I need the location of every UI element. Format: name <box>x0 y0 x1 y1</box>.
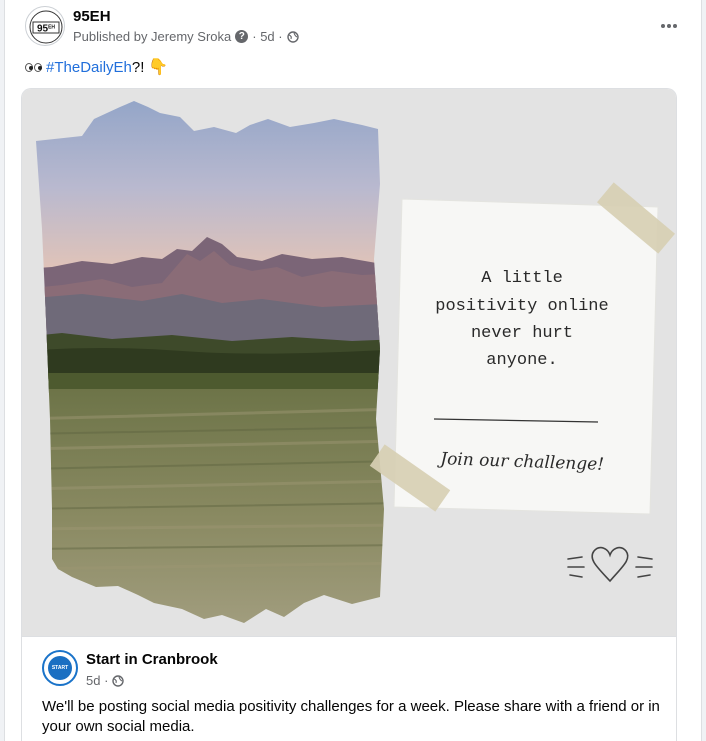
globe-icon <box>286 30 299 43</box>
page-logo-icon: 95EH <box>29 10 63 44</box>
start-logo-icon: START <box>48 656 72 680</box>
positivity-graphic: A little positivity online never hurt an… <box>22 89 676 636</box>
note-line-1: A little <box>481 269 563 288</box>
help-icon[interactable]: ? <box>235 30 249 43</box>
shared-post[interactable]: START Start in Cranbrook 5d · We'll be p… <box>21 636 677 741</box>
source-avatar[interactable]: START <box>42 650 78 686</box>
post-card: 95EH 95EH Published by Jeremy Sroka ? · … <box>4 0 702 741</box>
published-by[interactable]: Published by Jeremy Sroka <box>73 29 231 44</box>
post-time[interactable]: · 5d · <box>252 29 282 44</box>
globe-icon <box>112 674 125 687</box>
post-meta: Published by Jeremy Sroka ? · 5d · <box>73 29 299 44</box>
post-caption: #TheDailyEh?! 👇 <box>25 57 168 77</box>
pointing-down-icon: 👇 <box>148 59 169 76</box>
page-avatar[interactable]: 95EH <box>25 6 65 46</box>
source-meta: 5d · <box>86 673 125 688</box>
shared-post-text: We'll be posting social media positivity… <box>42 698 660 735</box>
note-line-3: never hurt <box>471 324 573 343</box>
caption-suffix: ?! <box>131 58 145 76</box>
post-header: 95EH 95EH Published by Jeremy Sroka ? · … <box>25 6 685 48</box>
more-options-button[interactable] <box>657 14 681 38</box>
more-horizontal-icon <box>661 24 665 28</box>
note-line-4: anyone. <box>486 351 557 370</box>
source-name[interactable]: Start in Cranbrook <box>86 651 218 668</box>
mountain-photo <box>36 101 384 623</box>
eyes-icon <box>25 62 42 72</box>
post-image[interactable]: A little positivity online never hurt an… <box>21 88 677 636</box>
page-name[interactable]: 95EH <box>73 8 111 25</box>
note-line-2: positivity online <box>435 297 608 316</box>
hashtag-link[interactable]: #TheDailyEh <box>46 59 132 76</box>
source-time[interactable]: 5d · <box>86 673 108 688</box>
sticky-note: A little positivity online never hurt an… <box>393 198 659 515</box>
